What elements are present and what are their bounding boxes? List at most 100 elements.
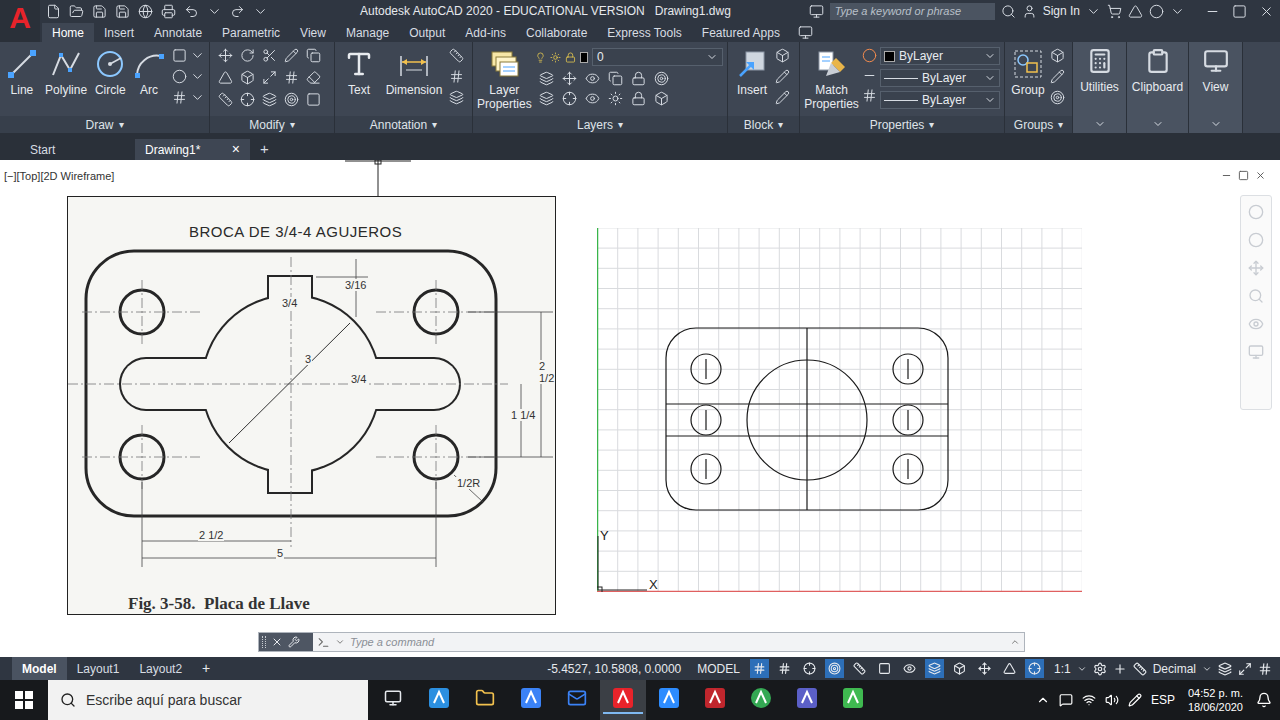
panel-title[interactable]: Layers▾: [473, 116, 727, 133]
status-toggle[interactable]: [875, 659, 894, 678]
viewport-close-icon[interactable]: [1255, 170, 1266, 181]
layer-lock-icon[interactable]: [565, 50, 576, 65]
modify-tool-icon[interactable]: [218, 70, 233, 85]
group-button[interactable]: Group: [1009, 46, 1047, 97]
layer-tool-icon[interactable]: [631, 71, 646, 86]
layer-tool-icon[interactable]: [539, 91, 554, 106]
panel-title[interactable]: Groups▾: [1005, 116, 1072, 133]
ribbon-tab[interactable]: Insert: [94, 23, 144, 42]
layer-tool-icon[interactable]: [654, 91, 669, 106]
nav-tool-icon[interactable]: [1248, 288, 1264, 304]
units[interactable]: Decimal: [1153, 660, 1196, 678]
drawing-area[interactable]: [−][Top][2D Wireframe]BROCA DE 3/4-4 AGU…: [0, 160, 1280, 657]
panel-title[interactable]: Properties▾: [800, 116, 1004, 133]
leader-icon[interactable]: [449, 48, 464, 63]
panel-title[interactable]: Draw▾: [0, 116, 209, 133]
ribbon-tab[interactable]: Add-ins: [455, 23, 516, 42]
rectangle-menu-icon[interactable]: [190, 48, 205, 63]
redo-icon[interactable]: [230, 4, 245, 19]
restore-icon[interactable]: [1232, 4, 1247, 19]
account-menu-icon[interactable]: [1086, 4, 1101, 19]
file-tab[interactable]: Start: [0, 139, 135, 160]
web-icon[interactable]: [138, 4, 153, 19]
open-icon[interactable]: [69, 4, 84, 19]
nav-tool-icon[interactable]: [1248, 204, 1264, 220]
sign-in[interactable]: Sign In: [1043, 2, 1080, 20]
status-toggle[interactable]: [950, 659, 969, 678]
close-icon[interactable]: [271, 636, 283, 648]
scale-menu-icon[interactable]: [1077, 664, 1087, 674]
file-tab[interactable]: Drawing1*×: [135, 139, 250, 160]
modify-tool-icon[interactable]: [284, 92, 299, 107]
nav-tool-icon[interactable]: [1248, 232, 1264, 248]
expand-history-icon[interactable]: [1010, 637, 1020, 647]
taskbar-app[interactable]: [830, 680, 876, 720]
match-properties-button[interactable]: Match Properties: [804, 46, 859, 111]
modify-tool-icon[interactable]: [240, 92, 255, 107]
ribbon-tab[interactable]: Featured Apps: [692, 23, 790, 42]
collapsed-panel[interactable]: Clipboard: [1127, 42, 1189, 133]
layer-tool-icon[interactable]: [585, 91, 600, 106]
units-menu-icon[interactable]: [1202, 664, 1212, 674]
status-toggle[interactable]: [825, 659, 844, 678]
add-layout-button[interactable]: +: [192, 658, 220, 679]
model-canvas[interactable]: YX: [597, 228, 1082, 592]
panel-title[interactable]: Modify▾: [210, 116, 334, 133]
viewport-minimize-icon[interactable]: [1221, 170, 1232, 181]
property-dropdown[interactable]: ByLayer: [880, 69, 1000, 87]
layer-on-icon[interactable]: [535, 50, 546, 65]
group-select-icon[interactable]: [1050, 90, 1065, 105]
lineweight-icon[interactable]: [862, 68, 877, 83]
modify-tool-icon[interactable]: [306, 70, 321, 85]
modify-tool-icon[interactable]: [240, 48, 255, 63]
ribbon-tab[interactable]: Home: [42, 23, 94, 42]
customize-icon[interactable]: [288, 636, 300, 648]
layer-tool-icon[interactable]: [631, 91, 646, 106]
a360-icon[interactable]: [1128, 4, 1143, 19]
taskbar-app[interactable]: [370, 680, 416, 720]
ribbon-tab[interactable]: Express Tools: [597, 23, 691, 42]
layer-tool-icon[interactable]: [562, 71, 577, 86]
object-color-icon[interactable]: [862, 48, 877, 63]
layer-tool-icon[interactable]: [654, 71, 669, 86]
quick-properties-icon[interactable]: [1218, 662, 1232, 676]
draw-tool[interactable]: Line: [4, 46, 40, 97]
ribbon-tab[interactable]: Output: [399, 23, 455, 42]
search-field[interactable]: Type a keyword or phrase: [830, 3, 995, 20]
ribbon-options-icon[interactable]: [798, 25, 813, 40]
settings-icon[interactable]: [1093, 662, 1107, 676]
ellipse-menu-icon[interactable]: [190, 69, 205, 84]
layer-dropdown[interactable]: 0: [592, 48, 723, 66]
taskbar-app[interactable]: [646, 680, 692, 720]
property-dropdown[interactable]: ByLayer: [880, 47, 1000, 65]
status-toggle[interactable]: [775, 659, 794, 678]
hatch-menu-icon[interactable]: [190, 90, 205, 105]
recent-commands-icon[interactable]: [335, 637, 345, 647]
cart-icon[interactable]: [1107, 4, 1122, 19]
show-hidden-icons-icon[interactable]: [1036, 693, 1050, 707]
edit-attributes-icon[interactable]: [775, 90, 790, 105]
group-edit-icon[interactable]: [1050, 69, 1065, 84]
app-menu-button[interactable]: A: [0, 0, 40, 42]
status-toggle[interactable]: [900, 659, 919, 678]
collapsed-panel[interactable]: View: [1189, 42, 1243, 133]
save-as-icon[interactable]: [115, 4, 130, 19]
undo-list-icon[interactable]: [207, 4, 222, 19]
modify-tool-icon[interactable]: [306, 48, 321, 63]
close-tab-button[interactable]: ×: [232, 139, 250, 160]
modify-tool-icon[interactable]: [218, 92, 233, 107]
status-toggle[interactable]: [800, 659, 819, 678]
layer-tool-icon[interactable]: [539, 71, 554, 86]
share-icon[interactable]: [809, 4, 824, 19]
modify-tool-icon[interactable]: [240, 70, 255, 85]
search-icon[interactable]: [1001, 4, 1016, 19]
linetype-icon[interactable]: [862, 88, 877, 103]
modify-tool-icon[interactable]: [262, 92, 277, 107]
panel-title[interactable]: Annotation▾: [335, 116, 472, 133]
viewport-restore-icon[interactable]: [1238, 170, 1249, 181]
user-icon[interactable]: [1022, 4, 1037, 19]
annotation-scale[interactable]: 1:1: [1054, 660, 1071, 678]
new-tab-button[interactable]: +: [250, 139, 279, 160]
taskbar-app[interactable]: [692, 680, 738, 720]
modify-tool-icon[interactable]: [262, 70, 277, 85]
